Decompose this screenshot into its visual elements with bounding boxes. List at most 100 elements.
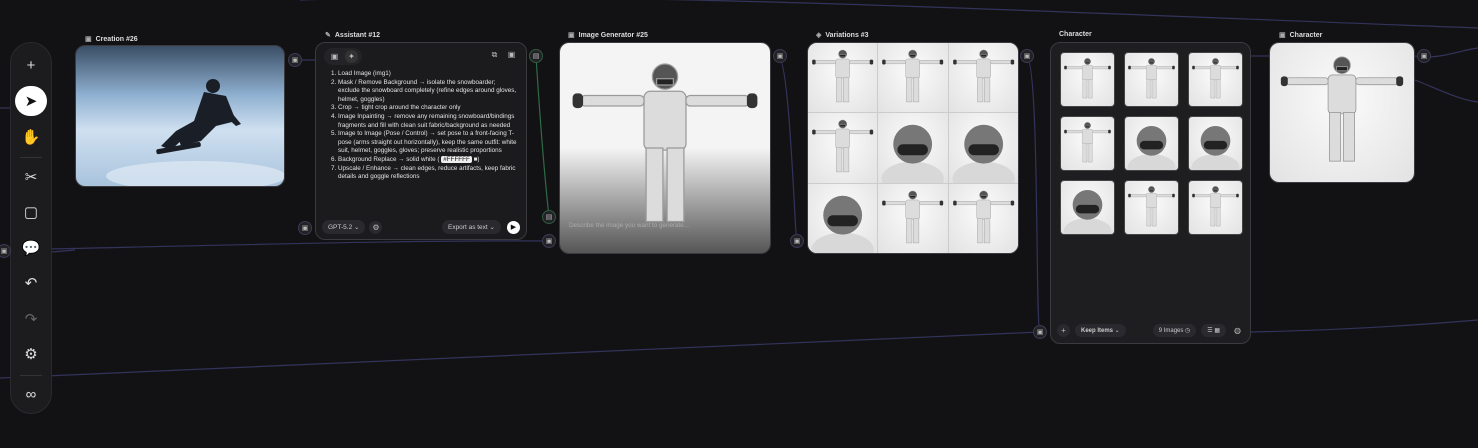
select-icon: ➤: [24, 93, 38, 111]
character-thumbnail[interactable]: [1124, 180, 1179, 235]
creation-node[interactable]: [75, 45, 285, 187]
character-thumbnail[interactable]: [1188, 180, 1243, 235]
variations-grid: [808, 43, 1018, 253]
node-title-generator: ▣ Image Generator #25: [568, 31, 648, 40]
character-node[interactable]: [1269, 42, 1415, 183]
character-thumb-image[interactable]: [1125, 181, 1178, 234]
settings-icon: ⚙: [24, 346, 38, 363]
toolbar-divider: [20, 374, 42, 376]
generator-output-port[interactable]: ▣: [773, 49, 787, 63]
variation-image[interactable]: [878, 183, 948, 253]
character-thumbnail[interactable]: [1060, 52, 1115, 107]
toolbar-divider: [20, 157, 42, 159]
variation-image[interactable]: [948, 183, 1018, 253]
variations-input-port[interactable]: ▣: [790, 234, 804, 248]
step: Upscale / Enhance → clean edges, reduce …: [338, 165, 518, 182]
image-generator-node[interactable]: Describe the image you want to generate.…: [559, 42, 771, 254]
snowboarder-photo: [76, 46, 284, 186]
select-tool-button[interactable]: ➤: [15, 86, 47, 116]
pan-icon: ✋: [21, 128, 41, 146]
character-thumb-image[interactable]: [1061, 53, 1114, 106]
node-title-variations: ◈ Variations #3: [816, 31, 869, 40]
character-image: [1270, 43, 1414, 182]
assistant-output-port[interactable]: ▤: [529, 49, 543, 63]
color-code: #FFFFFF: [441, 155, 472, 163]
undo-tool-button[interactable]: ↶: [15, 268, 47, 297]
character-thumb-image[interactable]: [1125, 53, 1178, 106]
variation-image[interactable]: [878, 113, 948, 183]
character-output-port[interactable]: ▣: [1417, 49, 1431, 63]
copy-icon[interactable]: ⧉: [488, 48, 501, 61]
prompt-input[interactable]: Describe the image you want to generate.…: [569, 222, 689, 229]
assistant-node[interactable]: ▣ ✦ ⧉ ▣ Load Image (img1) Mask / Remove Ba…: [315, 42, 527, 240]
run-button[interactable]: ▶: [507, 220, 520, 234]
generator-image-input-port[interactable]: ▣: [542, 234, 556, 248]
image-mode-icon[interactable]: ▣: [328, 50, 341, 63]
step: Load Image (img1): [338, 70, 518, 79]
node-title-creation: ▣ Creation #26: [85, 35, 138, 44]
character-thumb-image[interactable]: [1189, 181, 1242, 234]
character-thumbnail[interactable]: [1188, 52, 1243, 107]
variation-image[interactable]: [808, 183, 878, 253]
export-button[interactable]: Export as text ⌄: [441, 220, 501, 234]
variation-image[interactable]: [808, 43, 878, 113]
character-thumbnail[interactable]: [1124, 116, 1179, 171]
cut-icon: ✂: [24, 168, 38, 186]
assistant-steps: Load Image (img1) Mask / Remove Backgrou…: [316, 68, 526, 218]
note-tool-button[interactable]: ▢: [15, 198, 47, 227]
step: Image Inpainting → remove any remaining …: [338, 113, 518, 130]
image-count-badge: 9 Images ◷: [1152, 324, 1197, 337]
variation-image[interactable]: [948, 113, 1018, 183]
node-title-character: ▣ Character: [1279, 31, 1323, 40]
settings-icon[interactable]: ⚙: [369, 220, 383, 234]
snowboarder-figure: [106, 79, 284, 186]
character-grid: [1060, 52, 1243, 235]
pan-tool-button[interactable]: ✋: [15, 122, 47, 151]
settings-tool-button[interactable]: ⚙: [15, 339, 47, 368]
character-list-input-port[interactable]: ▣: [1033, 325, 1047, 339]
model-select[interactable]: GPT-5.2 ⌄: [322, 220, 366, 234]
character-thumb-image[interactable]: [1189, 117, 1242, 170]
cut-tool-button[interactable]: ✂: [15, 162, 47, 191]
step: Background Replace → solid white ( #FFFF…: [338, 155, 518, 165]
image-icon: ▣: [1279, 32, 1286, 39]
assistant-image-input-port[interactable]: ▣: [298, 221, 312, 235]
image-attach-icon[interactable]: ▣: [505, 48, 518, 61]
step: Mask / Remove Background → isolate the s…: [338, 79, 518, 105]
generator-text-input-port[interactable]: ▤: [542, 210, 556, 224]
keep-items-select[interactable]: Keep Items ⌄: [1075, 324, 1126, 337]
character-thumb-image[interactable]: [1061, 181, 1114, 234]
globe-icon[interactable]: ◍: [1231, 324, 1244, 337]
variation-image[interactable]: [808, 113, 878, 183]
image-icon: ▣: [568, 32, 575, 39]
character-list-node[interactable]: + Keep Items ⌄ 9 Images ◷ ☰ ▦ ◍: [1050, 42, 1251, 344]
comment-tool-button[interactable]: 💬: [15, 233, 47, 262]
creation-output-port[interactable]: ▣: [288, 53, 302, 67]
character-thumb-image[interactable]: [1189, 53, 1242, 106]
variations-icon: ◈: [816, 32, 822, 39]
character-thumbnail[interactable]: [1124, 52, 1179, 107]
character-thumbnail[interactable]: [1188, 116, 1243, 171]
variation-image[interactable]: [878, 43, 948, 113]
sparkle-icon[interactable]: ✦: [345, 50, 358, 63]
redo-tool-button[interactable]: ↷: [15, 304, 47, 333]
redo-icon: ↷: [24, 310, 38, 328]
infinite-icon: ∞: [25, 385, 37, 403]
variation-image[interactable]: [948, 43, 1018, 113]
character-thumbnail[interactable]: [1060, 116, 1115, 171]
infinite-tool-button[interactable]: ∞: [15, 380, 47, 409]
image-icon: ▣: [85, 36, 92, 43]
step: Image to Image (Pose / Control) → set po…: [338, 130, 518, 156]
comment-icon: 💬: [21, 239, 41, 257]
step: Crop → tight crop around the character o…: [338, 104, 518, 113]
character-thumb-image[interactable]: [1061, 117, 1114, 170]
canvas-toolbar: + ➤ ✋ ✂ ▢ 💬 ↶ ↷ ⚙ ∞: [10, 42, 52, 414]
character-thumbnail[interactable]: [1060, 180, 1115, 235]
node-title-character-list: Character: [1059, 31, 1092, 38]
character-thumb-image[interactable]: [1125, 117, 1178, 170]
add-tool-button[interactable]: +: [15, 51, 47, 80]
variations-output-port[interactable]: ▣: [1020, 49, 1034, 63]
variations-node[interactable]: [807, 42, 1019, 254]
add-icon[interactable]: +: [1057, 324, 1070, 337]
view-toggle[interactable]: ☰ ▦: [1201, 324, 1226, 337]
